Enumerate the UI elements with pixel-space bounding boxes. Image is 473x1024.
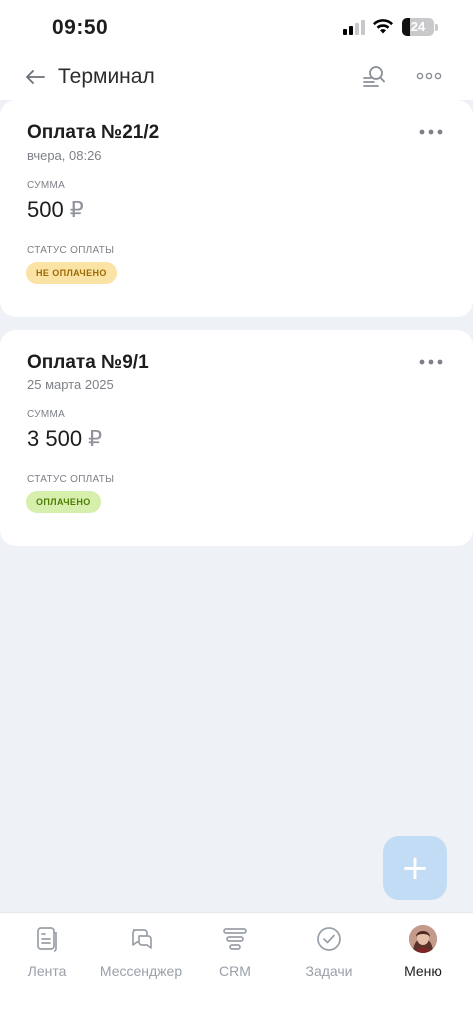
amount-value: 500 ₽ [27, 197, 84, 223]
more-icon[interactable] [417, 123, 445, 141]
more-icon[interactable] [417, 353, 445, 371]
status-badge: ОПЛАЧЕНО [26, 491, 101, 513]
battery-percent: 24 [410, 19, 426, 34]
amount-number: 500 [27, 197, 64, 222]
status-time: 09:50 [52, 16, 109, 39]
add-payment-button[interactable]: + [383, 836, 447, 900]
wifi-icon [373, 19, 393, 34]
battery-tip [435, 24, 438, 31]
payment-card[interactable]: Оплата №21/2 вчера, 08:26 СУММА 500 ₽ СТА… [0, 100, 473, 317]
tab-tasks[interactable]: Задачи [282, 913, 376, 993]
currency-symbol: ₽ [88, 426, 103, 451]
check-circle-icon [317, 927, 341, 951]
currency-symbol: ₽ [69, 197, 84, 222]
payment-title: Оплата №9/1 [27, 352, 149, 373]
amount-value: 3 500 ₽ [27, 426, 102, 452]
battery-icon: 24 [402, 18, 434, 36]
tab-feed[interactable]: Лента [0, 913, 94, 993]
bottom-navigation: Лента Мессенджер CRM Задачи Меню [0, 912, 473, 1024]
arrow-left-icon[interactable] [22, 64, 48, 90]
navigation-bar: Терминал [0, 56, 473, 100]
payment-title: Оплата №21/2 [27, 122, 160, 143]
plus-icon: + [400, 848, 430, 888]
cellular-signal-icon [343, 20, 367, 35]
status-badge: НЕ ОПЛАЧЕНО [26, 262, 117, 284]
page-title: Терминал [58, 65, 155, 88]
payment-date: вчера, 08:26 [27, 148, 102, 163]
feed-icon [37, 927, 57, 952]
search-list-icon[interactable] [360, 63, 388, 91]
tab-messenger[interactable]: Мессенджер [94, 913, 188, 993]
tab-menu[interactable]: Меню [376, 913, 470, 993]
amount-label: СУММА [27, 409, 66, 420]
status-label: СТАТУС ОПЛАТЫ [27, 245, 115, 256]
chat-icon [132, 929, 152, 949]
payment-date: 25 марта 2025 [27, 377, 114, 392]
tab-label: Меню [404, 963, 442, 979]
payment-card[interactable]: Оплата №9/1 25 марта 2025 СУММА 3 500 ₽ С… [0, 330, 473, 546]
amount-number: 3 500 [27, 426, 83, 451]
avatar [409, 925, 437, 953]
status-bar: 09:50 24 [0, 0, 473, 56]
tab-crm[interactable]: CRM [188, 913, 282, 993]
status-label: СТАТУС ОПЛАТЫ [27, 474, 115, 485]
amount-label: СУММА [27, 180, 66, 191]
funnel-icon [223, 928, 247, 950]
avatar-image [409, 925, 437, 953]
more-horizontal-icon[interactable] [414, 66, 444, 86]
